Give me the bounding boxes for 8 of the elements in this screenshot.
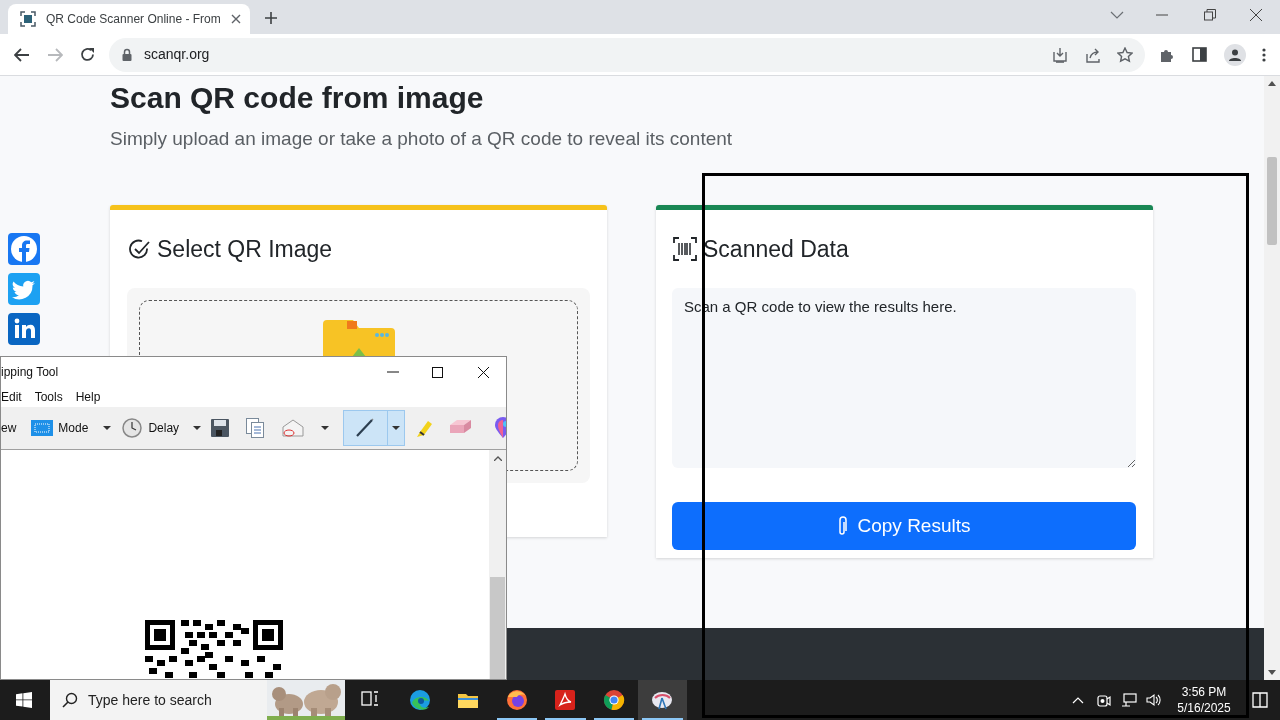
page-subtitle: Simply upload an image or take a photo of a QR code to reveal its content <box>110 127 734 151</box>
card-title: Select QR Image <box>157 235 333 265</box>
page-heading: Scan QR code from image <box>110 80 485 116</box>
card-title: Scanned Data <box>703 234 849 264</box>
window-title: ipping Tool <box>1 364 60 381</box>
search-placeholder: Type here to search <box>88 690 213 710</box>
tab-title: QR Code Scanner Online - From <box>46 11 221 28</box>
url-text: scanqr.org <box>144 45 211 64</box>
